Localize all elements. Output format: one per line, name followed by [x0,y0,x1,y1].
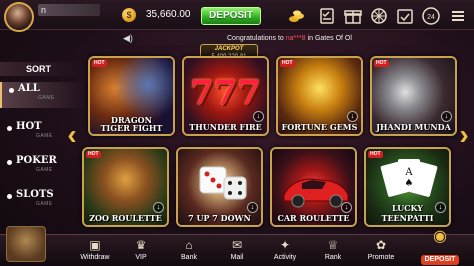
nav-promote[interactable]: ✿ Promote [358,237,404,266]
support-24-icon[interactable]: 24 [421,6,441,26]
winner-marquee: ◀) Congratulations to na***8 in Gates Of… [115,32,435,45]
sidebar-item-sub: GAME [36,167,53,173]
nav-label: Mail [230,254,244,261]
sidebar-item-all[interactable]: ALL GAME [0,82,86,108]
game-tile-car-roulette[interactable]: ↓ CAR ROULETTE [270,147,357,227]
sidebar-item-sub: GAME [36,201,53,207]
sidebar-item-label: SLOTS [16,189,54,200]
treasure-chest-icon[interactable] [6,226,46,262]
download-icon[interactable]: ↓ [441,111,452,122]
marquee-user: na***8 [285,35,306,42]
sidebar-item-label: ALL [18,83,40,94]
nav-label: Activity [273,254,297,261]
game-title: DRAGON TIGER FIGHT [90,116,173,132]
game-tile-zoo-roulette[interactable]: HOT ↓ ZOO ROULETTE [82,147,169,227]
bank-icon: ⌂ [185,238,193,252]
game-title: CAR ROULETTE [277,213,350,223]
svg-text:A: A [404,167,413,178]
hot-badge: HOT [92,60,107,67]
download-icon[interactable]: ↓ [253,111,264,122]
activity-icon: ✦ [279,238,291,252]
deposit-corner-button[interactable]: ◉ DEPOSIT [413,226,467,265]
bullet-icon [7,126,12,131]
game-tile-lucky-teenpatti[interactable]: A ♠ HOT ↓ LUCKY TEENPATTI [364,147,451,227]
bottom-nav: ▣ Withdraw ♛ VIP ⌂ Bank ✉ Mail ✦ Activit… [0,234,474,266]
sidebar-item-label: POKER [16,155,57,166]
game-tile-dragon-tiger-fight[interactable]: HOT DRAGON TIGER FIGHT [88,56,175,136]
download-icon[interactable]: ↓ [153,202,164,213]
sidebar-item-sub: GAME [38,95,55,101]
calendar-check-icon[interactable] [395,6,415,26]
nav-label: VIP [135,254,147,261]
download-icon[interactable]: ↓ [341,202,352,213]
bullet-icon [7,160,12,165]
svg-text:♠: ♠ [405,178,414,189]
sidebar-item-slots[interactable]: SLOTS GAME [0,188,86,214]
wheel-icon[interactable] [369,6,389,26]
hot-badge: HOT [368,151,383,158]
bullet-icon [7,194,12,199]
mail-icon: ✉ [231,238,243,252]
jackpot-label: JACKPOT [214,46,244,52]
nav-activity[interactable]: ✦ Activity [262,237,308,266]
game-title: JHANDI MUNDA [376,122,451,132]
marquee-prefix: Congratulations to [227,35,286,42]
speaker-icon: ◀) [123,33,133,43]
game-title: LUCKY TEENPATTI [381,203,434,223]
game-title: FORTUNE GEMS [281,122,358,132]
nav-label: Promote [367,254,395,261]
nav-label: Rank [324,254,342,261]
svg-text:24: 24 [427,14,435,21]
bullet-icon [9,88,14,93]
sidebar-item-poker[interactable]: POKER GAME [0,154,86,180]
hot-badge: HOT [280,60,295,67]
game-tile-jhandi-munda[interactable]: HOT ↓ JHANDI MUNDA [370,56,457,136]
gift-icon[interactable] [343,6,363,26]
nav-withdraw[interactable]: ▣ Withdraw [72,237,118,266]
balance-value: 35,660.00 [146,9,191,20]
nav-label: Bank [181,254,197,261]
game-title: ZOO ROULETTE [89,213,162,223]
coin-icon: $ [122,8,136,22]
withdraw-icon: ▣ [89,238,101,252]
game-title-line2: TIGER FIGHT [100,123,163,133]
game-tile-fortune-gems[interactable]: HOT ↓ FORTUNE GEMS [276,56,363,136]
game-title: THUNDER FIRE [189,122,262,132]
gold-coins-icon[interactable] [287,6,307,26]
scroll-left-arrow-icon[interactable]: ‹ [62,120,82,150]
nav-rank[interactable]: ♕ Rank [310,237,356,266]
hot-badge: HOT [374,60,389,67]
download-icon[interactable]: ↓ [347,111,358,122]
hamburger-menu-icon[interactable] [448,6,468,26]
nav-mail[interactable]: ✉ Mail [214,237,260,266]
nav-label: Withdraw [80,254,110,261]
sort-label: SORT [0,62,80,76]
marquee-suffix: in Gates Of Ol [305,35,352,42]
avatar[interactable] [4,2,34,32]
top-bar: n $ 35,660.00 DEPOSIT 24 [0,0,474,32]
nav-bank[interactable]: ⌂ Bank [166,237,212,266]
rank-icon: ♕ [327,238,339,252]
deposit-corner-label: DEPOSIT [420,255,460,265]
game-title: 7 UP 7 DOWN [188,213,251,223]
vip-crown-icon: ♛ [135,238,147,252]
scroll-right-arrow-icon[interactable]: › [454,120,474,150]
download-icon[interactable]: ↓ [247,202,258,213]
casino-lobby: n $ 35,660.00 DEPOSIT 24 ◀) Congratulati… [0,0,474,266]
checklist-icon[interactable] [317,6,337,26]
hot-badge: HOT [86,151,101,158]
sidebar-item-label: HOT [16,121,42,132]
game-tile-7-up-7-down[interactable]: ↓ 7 UP 7 DOWN [176,147,263,227]
sidebar-item-sub: GAME [36,133,53,139]
username: n [38,4,100,16]
promote-icon: ✿ [375,238,387,252]
nav-vip[interactable]: ♛ VIP [118,237,164,266]
game-tile-thunder-fire[interactable]: 777 ↓ THUNDER FIRE [182,56,269,136]
deposit-button[interactable]: DEPOSIT [201,7,261,25]
money-bag-icon: ◉ [433,228,447,245]
